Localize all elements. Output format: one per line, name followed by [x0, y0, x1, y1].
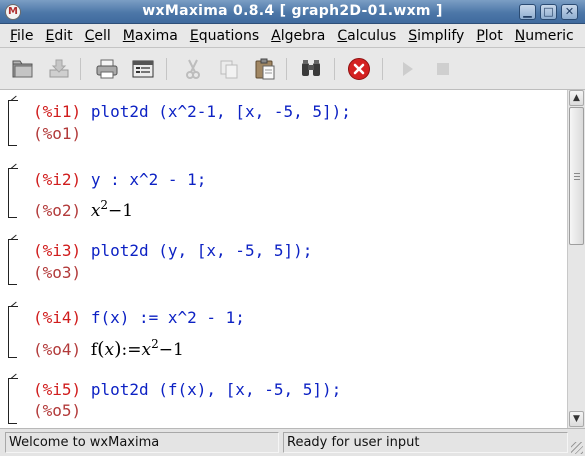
input-text[interactable]: plot2d (f(x), [x, -5, 5]);	[91, 380, 341, 399]
output-math: x2−1	[90, 198, 134, 221]
toolbar	[0, 48, 585, 90]
interrupt-icon[interactable]	[346, 56, 372, 82]
cell-3[interactable]: (%i3) plot2d (y, [x, -5, 5]); (%o3)	[0, 239, 567, 287]
menu-simplify[interactable]: Simplify	[402, 28, 470, 44]
print-icon[interactable]	[94, 56, 120, 82]
output-line: (%o3)	[33, 262, 81, 284]
cell-bracket[interactable]	[8, 168, 17, 218]
cell-bracket-fold-icon[interactable]	[8, 100, 18, 107]
input-text[interactable]: plot2d (x^2-1, [x, -5, 5]);	[91, 102, 351, 121]
input-line[interactable]: (%i3) plot2d (y, [x, -5, 5]);	[33, 240, 312, 262]
cell-bracket[interactable]	[8, 306, 17, 358]
input-text[interactable]: f(x) := x^2 - 1;	[91, 308, 245, 327]
worksheet[interactable]: (%i1) plot2d (x^2-1, [x, -5, 5]); (%o1) …	[0, 90, 567, 428]
save-icon[interactable]	[46, 56, 72, 82]
input-label: (%i3)	[33, 241, 82, 260]
cell-2[interactable]: (%i2) y : x^2 - 1; (%o2) x2−1	[0, 168, 567, 221]
input-text[interactable]: plot2d (y, [x, -5, 5]);	[91, 241, 313, 260]
output-line: (%o1)	[33, 123, 81, 145]
menu-cell[interactable]: Cell	[79, 28, 117, 44]
find-icon[interactable]	[298, 56, 324, 82]
input-label: (%i1)	[33, 102, 82, 121]
menu-calculus[interactable]: Calculus	[331, 28, 402, 44]
input-text[interactable]: y : x^2 - 1;	[91, 170, 207, 189]
close-button[interactable]: ✕	[561, 4, 578, 20]
menu-file[interactable]: File	[4, 28, 39, 44]
input-label: (%i2)	[33, 170, 82, 189]
output-label: (%o3)	[33, 263, 82, 282]
minimize-button[interactable]: ▁	[519, 4, 536, 20]
stop-icon[interactable]	[430, 56, 456, 82]
menu-maxima[interactable]: Maxima	[117, 28, 184, 44]
output-label: (%o5)	[33, 401, 82, 420]
scroll-down-button[interactable]: ▼	[569, 411, 584, 427]
status-message: Welcome to wxMaxima	[5, 432, 279, 453]
resize-grip[interactable]	[571, 442, 583, 454]
configure-icon[interactable]	[130, 56, 156, 82]
copy-icon[interactable]	[216, 56, 242, 82]
output-label: (%o1)	[33, 124, 82, 143]
run-icon[interactable]	[394, 56, 420, 82]
maximize-button[interactable]: □	[540, 4, 557, 20]
output-label: (%o2)	[33, 201, 82, 220]
cell-bracket-fold-icon[interactable]	[8, 306, 18, 313]
cell-1[interactable]: (%i1) plot2d (x^2-1, [x, -5, 5]); (%o1)	[0, 100, 567, 148]
window-title: wxMaxima 0.8.4 [ graph2D-01.wxm ]	[142, 3, 443, 19]
output-math: f(x):=x2−1	[90, 337, 184, 360]
output-line: (%o2) x2−1	[33, 194, 133, 221]
output-line: (%o5)	[33, 400, 81, 422]
input-line[interactable]: (%i2) y : x^2 - 1;	[33, 169, 206, 191]
status-state: Ready for user input	[283, 432, 568, 453]
open-folder-icon[interactable]	[10, 56, 36, 82]
menu-bar: File Edit Cell Maxima Equations Algebra …	[0, 24, 585, 48]
input-line[interactable]: (%i4) f(x) := x^2 - 1;	[33, 307, 245, 329]
status-bar: Welcome to wxMaxima Ready for user input	[0, 428, 585, 456]
cell-bracket-fold-icon[interactable]	[8, 378, 18, 385]
menu-edit[interactable]: Edit	[39, 28, 78, 44]
vertical-scrollbar[interactable]: ▲ ▼	[567, 90, 585, 428]
cut-icon[interactable]	[180, 56, 206, 82]
title-bar: M wxMaxima 0.8.4 [ graph2D-01.wxm ] ▁ □ …	[0, 0, 585, 24]
menu-numeric[interactable]: Numeric	[509, 28, 580, 44]
input-line[interactable]: (%i1) plot2d (x^2-1, [x, -5, 5]);	[33, 101, 351, 123]
cell-bracket-fold-icon[interactable]	[8, 239, 18, 246]
input-label: (%i4)	[33, 308, 82, 327]
scrollbar-thumb[interactable]	[569, 107, 584, 245]
cell-5[interactable]: (%i5) plot2d (f(x), [x, -5, 5]); (%o5)	[0, 378, 567, 426]
input-label: (%i5)	[33, 380, 82, 399]
output-line: (%o4) f(x):=x2−1	[33, 333, 184, 360]
paste-icon[interactable]	[252, 56, 278, 82]
output-label: (%o4)	[33, 340, 82, 359]
menu-equations[interactable]: Equations	[184, 28, 265, 44]
menu-algebra[interactable]: Algebra	[265, 28, 331, 44]
cell-bracket-fold-icon[interactable]	[8, 168, 18, 175]
scroll-up-button[interactable]: ▲	[569, 90, 584, 106]
cell-4[interactable]: (%i4) f(x) := x^2 - 1; (%o4) f(x):=x2−1	[0, 306, 567, 360]
menu-plot[interactable]: Plot	[470, 28, 508, 44]
input-line[interactable]: (%i5) plot2d (f(x), [x, -5, 5]);	[33, 379, 341, 401]
